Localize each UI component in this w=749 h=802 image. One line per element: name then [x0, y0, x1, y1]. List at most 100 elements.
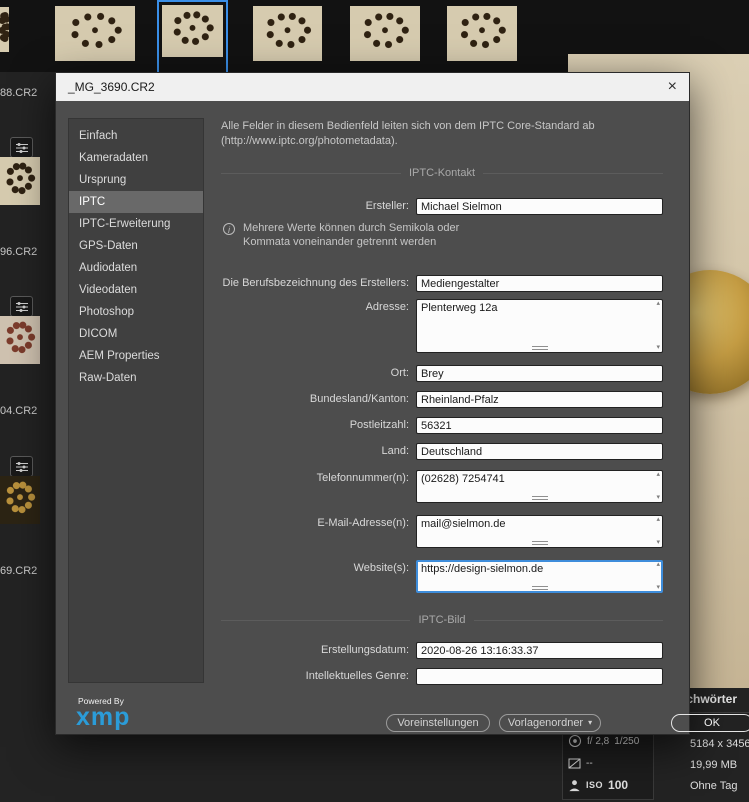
- dimensions-value: 5184 x 3456: [690, 738, 749, 750]
- exif-exposure-row: f/ 2,8 1/250: [568, 734, 648, 748]
- adjustments-badge-icon: [10, 456, 33, 477]
- bundesland-input[interactable]: [416, 391, 663, 408]
- scroll-up-icon[interactable]: ▴: [656, 515, 660, 524]
- website-textarea-wrap: https://design-sielmon.de ▴ ▾: [416, 560, 663, 593]
- ersteller-input[interactable]: [416, 198, 663, 215]
- field-label: Adresse:: [365, 301, 409, 313]
- close-icon[interactable]: ×: [668, 79, 677, 95]
- exposure-icon: [568, 758, 581, 768]
- field-row-website: Website(s): https://design-sielmon.de ▴ …: [221, 560, 663, 593]
- field-row-telefon: Telefonnummer(n): (02628) 7254741 ▴ ▾: [221, 470, 663, 503]
- thumbnail[interactable]: [447, 6, 517, 61]
- scroll-up-icon[interactable]: ▴: [656, 560, 660, 569]
- resize-grip[interactable]: [531, 586, 548, 590]
- resize-grip[interactable]: [531, 496, 548, 500]
- metadata-dialog: _MG_3690.CR2 × Einfach Kameradaten Urspr…: [55, 72, 749, 736]
- thumbnail[interactable]: [0, 157, 40, 205]
- sidebar-item-dicom[interactable]: DICOM: [69, 323, 203, 345]
- adresse-textarea-wrap: Plenterweg 12a ▴ ▾: [416, 299, 663, 353]
- iso-value: 100: [608, 778, 629, 792]
- sidebar-item-gps-daten[interactable]: GPS-Daten: [69, 235, 203, 257]
- berufsbezeichnung-input[interactable]: [416, 275, 663, 292]
- scroll-down-icon[interactable]: ▾: [656, 538, 660, 547]
- scroll-down-icon[interactable]: ▾: [656, 583, 660, 592]
- voreinstellungen-button[interactable]: Voreinstellungen: [386, 714, 490, 732]
- genre-input[interactable]: [416, 668, 663, 685]
- thumbnail-selected[interactable]: [162, 5, 223, 57]
- telefon-textarea-wrap: (02628) 7254741 ▴ ▾: [416, 470, 663, 503]
- field-label: Die Berufsbezeichnung des Erstellers:: [222, 277, 409, 289]
- aperture-icon: [568, 734, 582, 748]
- field-label: Land:: [381, 445, 409, 457]
- bridge-window: 88.CR2 96.CR2 04.CR2 69.CR2 Stichwörter …: [0, 0, 749, 802]
- scroll-up-icon[interactable]: ▴: [656, 299, 660, 308]
- iptc-intro-text: Alle Felder in diesem Bedienfeld leiten …: [221, 120, 595, 147]
- dialog-titlebar: _MG_3690.CR2 ×: [56, 73, 689, 101]
- xmp-logo: Powered By xmp: [76, 696, 130, 730]
- sidebar-item-audiodaten[interactable]: Audiodaten: [69, 257, 203, 279]
- iso-label: ISO: [586, 780, 604, 790]
- field-label: Ersteller:: [365, 200, 409, 212]
- land-input[interactable]: [416, 443, 663, 460]
- chevron-down-icon: ▾: [588, 718, 593, 727]
- vorlagenordner-button[interactable]: Vorlagenordner ▾: [499, 714, 601, 732]
- exposure-value: --: [586, 757, 593, 769]
- file-name: 96.CR2: [0, 246, 38, 258]
- divider-line: [483, 172, 663, 174]
- file-name: 69.CR2: [0, 565, 38, 577]
- exif-compensation-row: --: [568, 758, 648, 769]
- thumbnail[interactable]: [0, 476, 40, 524]
- thumbnail[interactable]: [350, 6, 420, 61]
- resize-grip[interactable]: [531, 541, 548, 545]
- field-label: Ort:: [390, 367, 409, 379]
- sidebar-item-iptc[interactable]: IPTC: [69, 191, 203, 213]
- adjustments-badge-icon: [10, 137, 33, 158]
- erstellungsdatum-input[interactable]: [416, 642, 663, 659]
- exif-iso-row: ISO 100: [568, 778, 648, 792]
- note-text: Mehrere Werte können durch Semikola oder…: [243, 222, 460, 249]
- section-label: IPTC-Kontakt: [408, 167, 476, 179]
- email-textarea-wrap: mail@sielmon.de ▴ ▾: [416, 515, 663, 548]
- file-name: 04.CR2: [0, 405, 38, 417]
- sidebar-item-einfach[interactable]: Einfach: [69, 125, 203, 147]
- field-label: Postleitzahl:: [349, 419, 409, 431]
- file-name: 88.CR2: [0, 87, 38, 99]
- shutter-value: 1/250: [614, 735, 640, 747]
- metadata-category-list: Einfach Kameradaten Ursprung IPTC IPTC-E…: [68, 118, 204, 683]
- thumbnail[interactable]: [0, 316, 40, 364]
- postleitzahl-input[interactable]: [416, 417, 663, 434]
- resize-grip[interactable]: [531, 346, 548, 350]
- divider-line: [221, 172, 401, 174]
- sidebar-item-raw-daten[interactable]: Raw-Daten: [69, 367, 203, 389]
- thumbnail[interactable]: [0, 7, 9, 52]
- info-icon: i: [223, 223, 235, 235]
- sidebar-item-ursprung[interactable]: Ursprung: [69, 169, 203, 191]
- dialog-title: _MG_3690.CR2: [68, 80, 155, 94]
- field-label: Bundesland/Kanton:: [309, 393, 409, 405]
- sidebar-item-photoshop[interactable]: Photoshop: [69, 301, 203, 323]
- thumbnail[interactable]: [253, 6, 322, 61]
- sidebar-item-aem-properties[interactable]: AEM Properties: [69, 345, 203, 367]
- section-header-iptc-kontakt: IPTC-Kontakt: [221, 167, 663, 179]
- sidebar-item-iptc-erweiterung[interactable]: IPTC-Erweiterung: [69, 213, 203, 235]
- sidebar-item-kameradaten[interactable]: Kameradaten: [69, 147, 203, 169]
- ort-input[interactable]: [416, 365, 663, 382]
- vorlagenordner-label: Vorlagenordner: [507, 717, 584, 729]
- iptc-panel: Alle Felder in diesem Bedienfeld leiten …: [221, 101, 749, 736]
- adjustments-badge-icon: [10, 296, 33, 317]
- scroll-down-icon[interactable]: ▾: [656, 493, 660, 502]
- sidebar-item-videodaten[interactable]: Videodaten: [69, 279, 203, 301]
- section-header-iptc-bild: IPTC-Bild: [221, 614, 663, 626]
- xmp-wordmark: xmp: [76, 703, 131, 731]
- field-row-email: E-Mail-Adresse(n): mail@sielmon.de ▴ ▾: [221, 515, 663, 548]
- ok-button[interactable]: OK: [671, 714, 749, 732]
- file-info-column: 5184 x 3456 19,99 MB Ohne Tag: [690, 734, 749, 797]
- thumbnail[interactable]: [55, 6, 135, 61]
- section-label: IPTC-Bild: [418, 614, 466, 626]
- scroll-up-icon[interactable]: ▴: [656, 470, 660, 479]
- aperture-value: f/ 2,8: [587, 735, 610, 747]
- tags-value: Ohne Tag: [690, 780, 738, 792]
- scroll-down-icon[interactable]: ▾: [656, 343, 660, 352]
- field-label: E-Mail-Adresse(n):: [317, 517, 409, 529]
- adresse-textarea[interactable]: Plenterweg 12a: [416, 299, 663, 353]
